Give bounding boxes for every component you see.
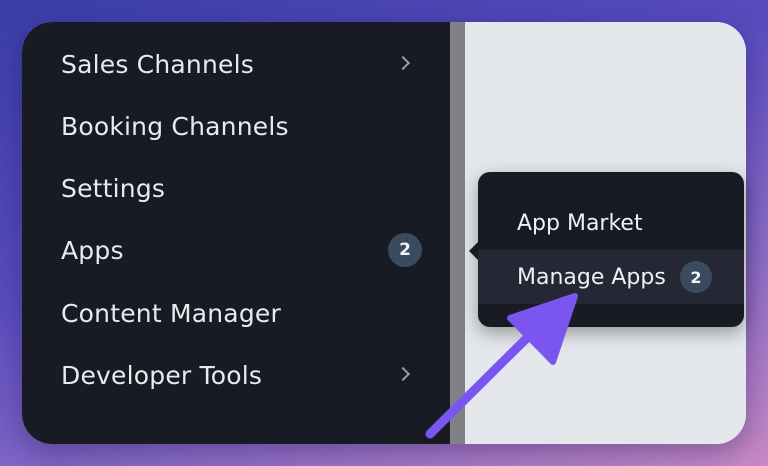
sidebar-item-label: Apps [61,235,124,265]
apps-count-badge: 2 [388,233,422,267]
sidebar-item-apps[interactable]: Apps 2 [22,222,450,278]
sidebar-item-sales-channels[interactable]: Sales Channels [22,36,450,92]
sidebar-item-label: Booking Channels [61,111,289,141]
sidebar-scrollbar[interactable] [450,22,465,444]
apps-submenu: App Market Manage Apps 2 [469,172,744,327]
sidebar-item-label: Developer Tools [61,360,263,390]
sidebar-item-booking-channels[interactable]: Booking Channels [22,98,450,154]
chevron-right-icon [395,366,411,382]
sidebar-item-label: Settings [61,173,166,203]
sidebar: Sales Channels Booking Channels Settings… [22,22,450,444]
submenu-item-manage-apps[interactable]: Manage Apps 2 [478,250,744,304]
submenu-item-label: Manage Apps [517,264,666,290]
sidebar-item-settings[interactable]: Settings [22,160,450,216]
submenu-pointer [469,242,478,260]
sidebar-item-label: Content Manager [61,298,281,328]
sidebar-item-label: Sales Channels [61,49,254,79]
submenu-item-label: App Market [517,210,643,236]
sidebar-item-developer-tools[interactable]: Developer Tools [22,347,450,403]
chevron-right-icon [395,55,411,71]
sidebar-item-content-manager[interactable]: Content Manager [22,285,450,341]
manage-apps-count-badge: 2 [680,261,712,293]
submenu-item-app-market[interactable]: App Market [478,196,744,250]
